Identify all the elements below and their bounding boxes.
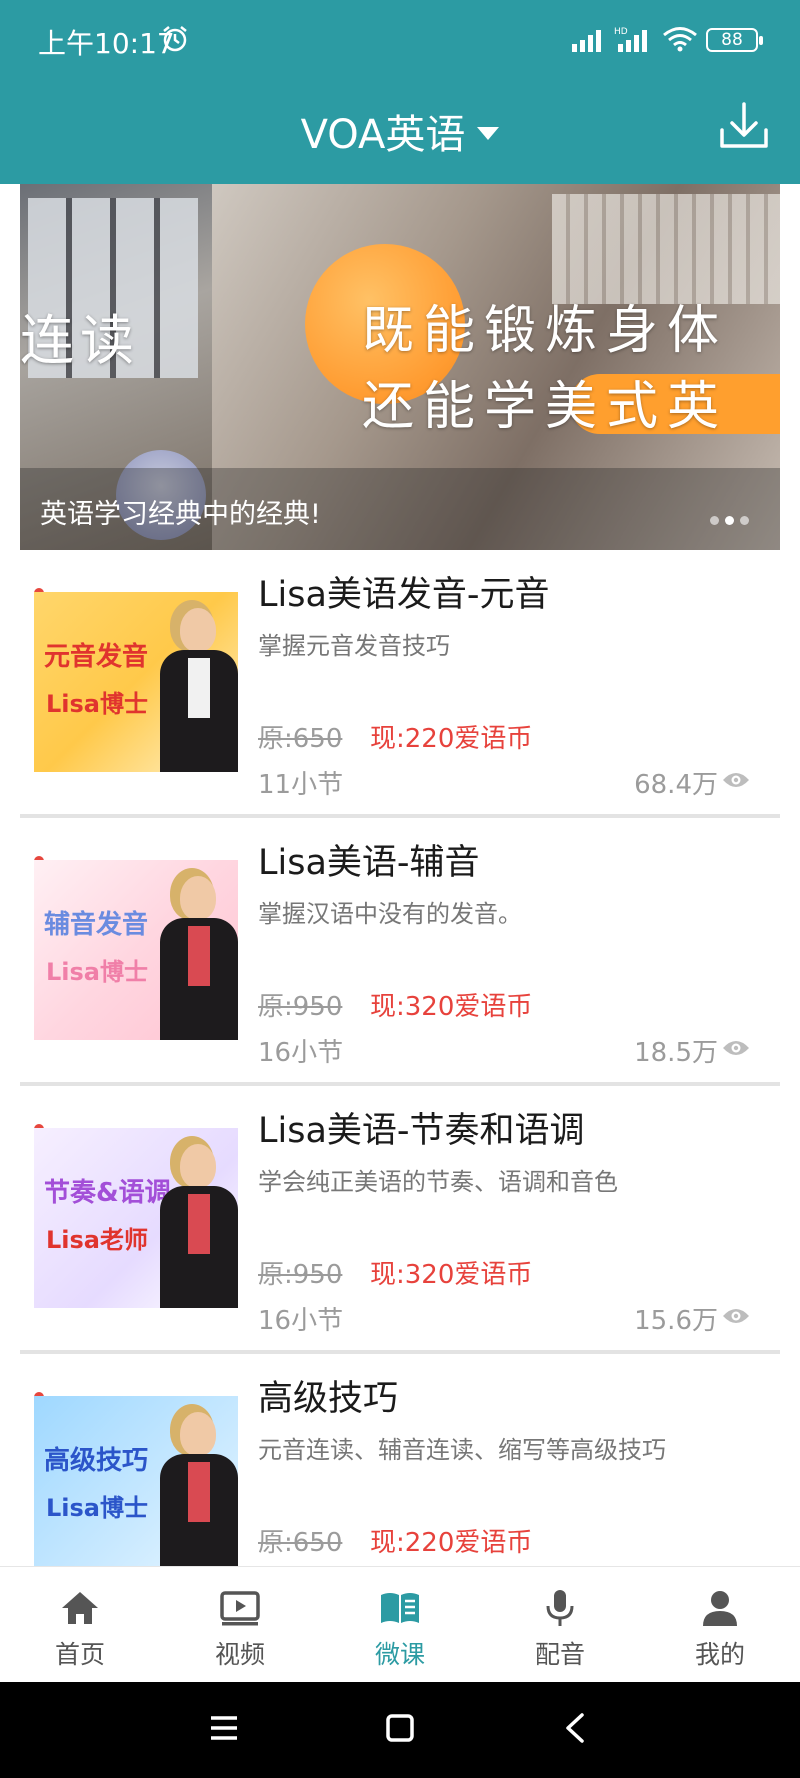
- thumb-label: 高级技巧: [44, 1446, 149, 1476]
- nav-label: 我的: [694, 1640, 745, 1669]
- category-selector[interactable]: VOA英语: [0, 102, 800, 160]
- home-icon: [62, 1592, 98, 1624]
- carousel-dot: [740, 516, 749, 525]
- carousel-indicator: [710, 510, 755, 529]
- current-price: 现:320爱语币: [370, 992, 533, 1022]
- instructor-image: [160, 1138, 238, 1308]
- signal-icon: [572, 30, 601, 52]
- carousel-dot-active: [725, 516, 734, 525]
- instructor-image: [160, 602, 238, 772]
- lesson-count: 16小节: [258, 1038, 344, 1068]
- back-icon[interactable]: [560, 1712, 592, 1744]
- course-thumbnail: 高级技巧 Lisa博士: [34, 1396, 238, 1566]
- course-subtitle: 掌握元音发音技巧: [258, 632, 450, 660]
- instructor-image: [160, 870, 238, 1040]
- nav-video[interactable]: 视频: [160, 1567, 320, 1683]
- svg-text:HD: HD: [614, 27, 628, 37]
- instructor-image: [160, 1406, 238, 1566]
- nav-dubbing[interactable]: 配音: [480, 1567, 640, 1683]
- thumb-sublabel: Lisa博士: [46, 690, 148, 718]
- banner-headline-2: 还能学美式英: [362, 377, 729, 437]
- course-subtitle: 学会纯正美语的节奏、语调和音色: [258, 1168, 618, 1196]
- alarm-icon: [163, 26, 187, 52]
- status-bar: 上午10:17 HD 88: [0, 0, 800, 80]
- banner-headline-1: 既能锻炼身体: [362, 301, 729, 361]
- nav-profile[interactable]: 我的: [640, 1567, 800, 1683]
- menu-icon[interactable]: [208, 1712, 240, 1744]
- current-price: 现:220爱语币: [370, 1528, 533, 1558]
- eye-icon: [723, 1309, 749, 1323]
- course-thumbnail: 辅音发音 Lisa博士: [34, 860, 238, 1040]
- view-count: 18.5万: [634, 1038, 718, 1068]
- course-item[interactable]: 节奏&语调 Lisa老师 Lisa美语-节奏和语调 学会纯正美语的节奏、语调和音…: [20, 1086, 780, 1354]
- thumb-label: 元音发音: [44, 642, 149, 672]
- lesson-count: 11小节: [258, 770, 344, 800]
- nav-label: 视频: [214, 1640, 265, 1669]
- chevron-down-icon: [477, 126, 500, 140]
- nav-label: 微课: [374, 1640, 425, 1669]
- course-title: Lisa美语发音-元音: [258, 575, 550, 615]
- nav-home[interactable]: 首页: [0, 1567, 160, 1683]
- view-count: 68.4万: [634, 770, 718, 800]
- thumb-label: 节奏&语调: [44, 1178, 171, 1208]
- original-price: 原:650: [258, 724, 343, 754]
- course-subtitle: 掌握汉语中没有的发音。: [258, 900, 522, 928]
- nav-label: 首页: [54, 1640, 105, 1669]
- original-price: 原:650: [258, 1528, 343, 1558]
- home-square-icon[interactable]: [384, 1712, 416, 1744]
- nav-microcourse[interactable]: 微课: [320, 1567, 480, 1683]
- page-title: VOA英语: [300, 112, 466, 158]
- system-nav-bar: [0, 1682, 800, 1778]
- microphone-icon: [546, 1590, 574, 1626]
- original-price: 原:950: [258, 992, 343, 1022]
- thumb-sublabel: Lisa博士: [46, 958, 148, 986]
- current-price: 现:320爱语币: [370, 1260, 533, 1290]
- carousel-dot: [710, 516, 719, 525]
- original-price: 原:950: [258, 1260, 343, 1290]
- hd-signal-icon: HD: [614, 27, 647, 52]
- lesson-count: 16小节: [258, 1306, 344, 1336]
- person-icon: [703, 1591, 737, 1626]
- promo-banner[interactable]: 连读 既能锻炼身体 还能学美式英 英语学习经典中的经典!: [20, 184, 780, 550]
- course-thumbnail: 元音发音 Lisa博士: [34, 592, 238, 772]
- thumb-sublabel: Lisa老师: [46, 1226, 148, 1254]
- banner-caption: 英语学习经典中的经典!: [40, 499, 321, 530]
- thumb-label: 辅音发音: [44, 910, 149, 940]
- thumb-sublabel: Lisa博士: [46, 1494, 148, 1522]
- course-item[interactable]: 元音发音 Lisa博士 Lisa美语发音-元音 掌握元音发音技巧 原:650 现…: [20, 550, 780, 818]
- course-subtitle: 元音连读、辅音连读、缩写等高级技巧: [258, 1436, 666, 1464]
- course-item[interactable]: 高级技巧 Lisa博士 高级技巧 元音连读、辅音连读、缩写等高级技巧 原:650…: [20, 1354, 780, 1566]
- wifi-icon: [663, 27, 697, 52]
- bottom-navigation: 首页 视频 微课 配音 我的: [0, 1566, 800, 1682]
- download-icon[interactable]: [716, 98, 772, 154]
- course-title: Lisa美语-节奏和语调: [258, 1111, 585, 1151]
- banner-left-text: 连读: [20, 309, 140, 372]
- view-count: 15.6万: [634, 1306, 718, 1336]
- eye-icon: [723, 1041, 749, 1055]
- course-thumbnail: 节奏&语调 Lisa老师: [34, 1128, 238, 1308]
- battery-indicator: 88: [706, 28, 763, 52]
- status-time: 上午10:17: [38, 27, 175, 60]
- course-title: Lisa美语-辅音: [258, 843, 480, 883]
- app-header: VOA英语: [0, 80, 800, 184]
- video-icon: [220, 1591, 260, 1626]
- course-item[interactable]: 辅音发音 Lisa博士 Lisa美语-辅音 掌握汉语中没有的发音。 原:950 …: [20, 818, 780, 1086]
- nav-label: 配音: [534, 1640, 585, 1669]
- course-title: 高级技巧: [258, 1379, 399, 1419]
- eye-icon: [723, 773, 749, 787]
- current-price: 现:220爱语币: [370, 724, 533, 754]
- book-icon: [381, 1593, 419, 1623]
